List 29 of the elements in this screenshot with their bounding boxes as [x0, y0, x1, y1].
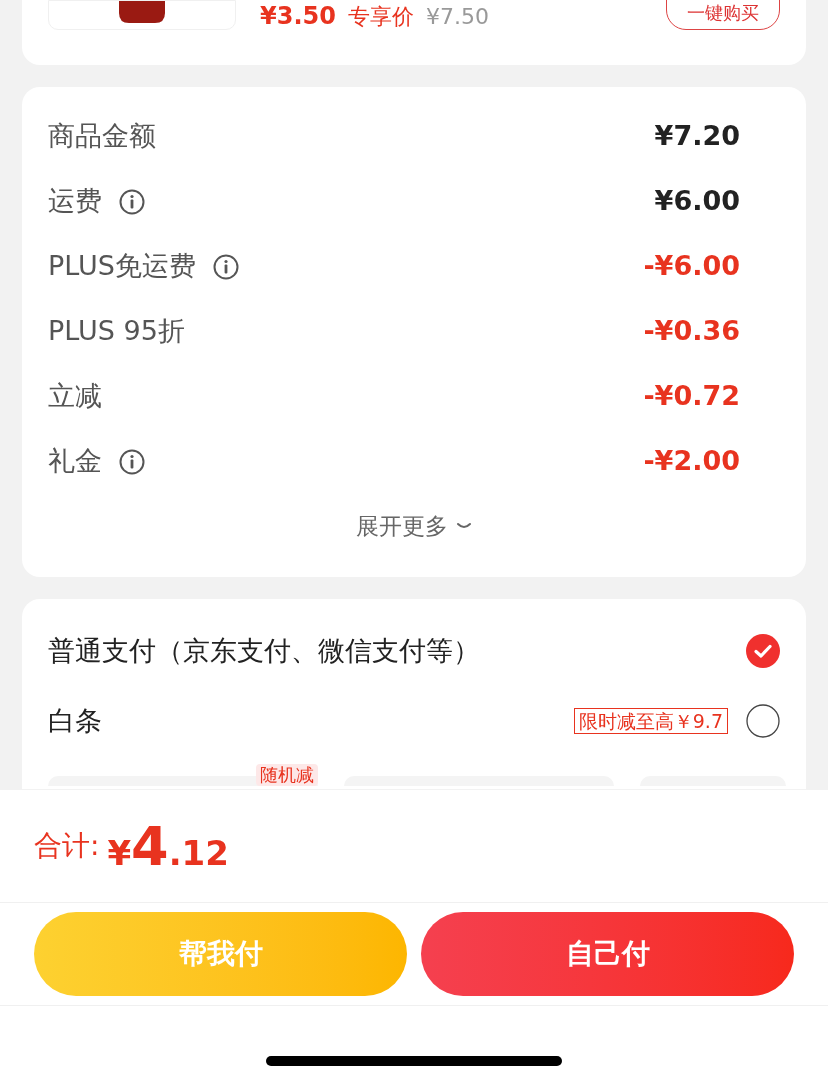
- payment-option[interactable]: 普通支付（京东支付、微信支付等）: [48, 616, 780, 686]
- summary-amount: ¥6.00: [654, 184, 740, 219]
- payment-option[interactable]: 白条 限时减至高￥9.7: [48, 686, 780, 756]
- checked-radio[interactable]: [746, 634, 780, 668]
- info-icon[interactable]: [211, 252, 240, 281]
- info-icon[interactable]: [118, 187, 146, 216]
- promo-tag: 限时减至高￥9.7: [573, 708, 728, 734]
- info-icon[interactable]: [118, 447, 146, 476]
- total-amount: ¥4.12: [107, 813, 229, 880]
- expand-more-link[interactable]: 展开更多: [356, 509, 472, 544]
- radio-button[interactable]: [746, 704, 780, 738]
- summary-label: PLUS免运费: [48, 249, 196, 284]
- summary-label: 商品金额: [48, 119, 156, 154]
- original-price: ¥7.50: [425, 3, 489, 31]
- summary-amount: -¥2.00: [643, 444, 740, 479]
- summary-amount: -¥0.72: [643, 379, 740, 414]
- product-price: ¥3.50: [260, 1, 336, 32]
- promo-tag: 随机减: [256, 764, 318, 786]
- summary-label: 立减: [48, 379, 102, 414]
- buy-now-button[interactable]: 一键购买: [666, 0, 780, 30]
- pay-button[interactable]: 自己付: [421, 912, 794, 996]
- total-label: 合计:: [34, 828, 100, 864]
- summary-amount: -¥0.36: [643, 314, 740, 349]
- summary-amount: ¥7.20: [654, 119, 740, 154]
- summary-amount: -¥6.00: [643, 249, 740, 284]
- price-label: 专享价: [347, 3, 414, 31]
- summary-label: PLUS 95折: [48, 314, 185, 349]
- summary-label: 礼金: [48, 444, 102, 479]
- summary-label: 运费: [48, 184, 102, 219]
